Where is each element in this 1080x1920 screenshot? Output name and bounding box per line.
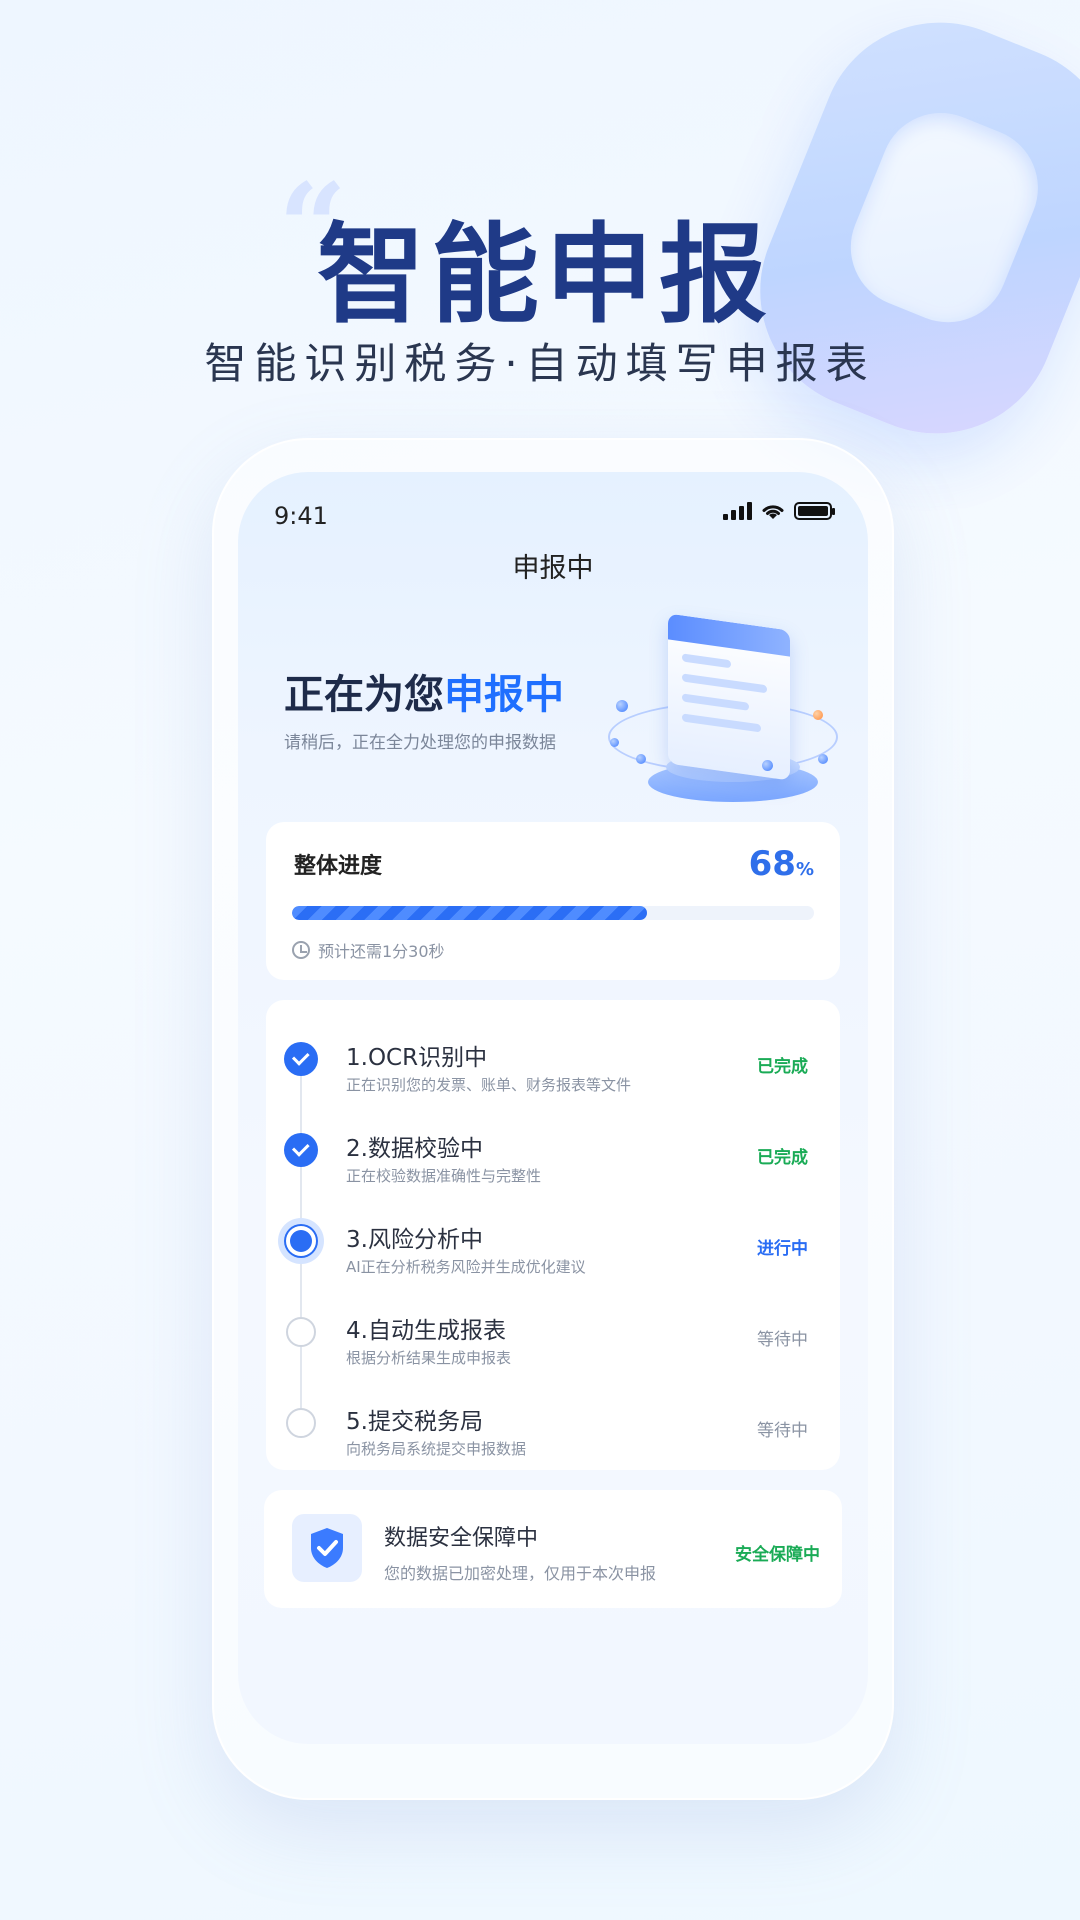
banner-headline: 正在为您申报中 xyxy=(284,662,564,720)
step-item: 1.OCR识别中正在识别您的发票、账单、财务报表等文件 已完成 xyxy=(266,1028,840,1118)
step-desc: 向税务局系统提交申报数据 xyxy=(346,1440,527,1458)
progress-label: 整体进度 xyxy=(294,854,383,879)
phone-screen: 9:41 申报中 正在为您申报中 请稍后，正在全力处理您的申报数据 整体进度 6… xyxy=(238,472,868,1744)
step-title: 3.风险分析中 xyxy=(346,1227,483,1253)
status-time: 9:41 xyxy=(274,502,328,530)
empty-circle-icon xyxy=(286,1317,316,1347)
step-desc: 正在校验数据准确性与完整性 xyxy=(346,1167,542,1185)
step-item: 5.提交税务局向税务局系统提交申报数据 等待中 xyxy=(266,1392,840,1482)
step-title: 5.提交税务局 xyxy=(346,1409,483,1435)
check-circle-icon xyxy=(284,1042,318,1076)
eta-text: 预计还需1分30秒 xyxy=(318,942,445,961)
step-desc: 正在识别您的发票、账单、财务报表等文件 xyxy=(346,1076,632,1094)
step-desc: 根据分析结果生成申报表 xyxy=(346,1349,512,1367)
status-icons xyxy=(723,502,835,520)
progress-card: 整体进度 68% 预计还需1分30秒 xyxy=(266,822,840,980)
step-item: 4.自动生成报表根据分析结果生成申报表 等待中 xyxy=(266,1301,840,1391)
progress-eta: 预计还需1分30秒 xyxy=(292,938,445,962)
progress-bar-fill xyxy=(292,906,647,920)
check-circle-icon xyxy=(284,1133,318,1167)
step-item: 2.数据校验中正在校验数据准确性与完整性 已完成 xyxy=(266,1119,840,1209)
steps-card: 1.OCR识别中 正在识别您的发票、账单、财务报表等文件 已完成 2.数据校验中 正在校… xyxy=(266,1000,840,1470)
security-desc: 您的数据已加密处理，仅用于本次申报 xyxy=(384,1564,657,1583)
hero-title: 智能申报 xyxy=(316,213,773,338)
empty-circle-icon xyxy=(286,1408,316,1438)
hero-subtitle: 智能识别税务·自动填写申报表 xyxy=(204,339,876,388)
step-status: 进行中 xyxy=(757,1239,808,1259)
security-card: 数据安全保障中 您的数据已加密处理，仅用于本次申报 安全保障中 xyxy=(264,1490,842,1608)
wifi-icon xyxy=(762,505,784,519)
document-illustration xyxy=(608,612,838,822)
step-desc: AI正在分析税务风险并生成优化建议 xyxy=(346,1258,586,1276)
signal-icon xyxy=(723,502,752,520)
headline-prefix: 正在为您 xyxy=(284,672,444,718)
progress-bar xyxy=(292,906,814,920)
radio-active-icon xyxy=(278,1218,324,1264)
step-status: 等待中 xyxy=(757,1330,808,1350)
headline-accent: 申报中 xyxy=(444,672,564,718)
step-status: 已完成 xyxy=(757,1148,808,1168)
shield-check-icon xyxy=(292,1514,362,1582)
nav-title: 申报中 xyxy=(512,553,594,584)
step-item: 3.风险分析中 AI正在分析税务风险并生成优化建议 进行中 xyxy=(266,1210,840,1300)
clock-icon xyxy=(292,941,310,959)
step-title: 1.OCR识别中 xyxy=(346,1045,488,1071)
step-title: 4.自动生成报表 xyxy=(346,1318,506,1344)
step-title: 2.数据校验中 xyxy=(346,1136,483,1162)
battery-icon xyxy=(794,502,835,520)
step-status: 等待中 xyxy=(757,1421,808,1441)
banner-subline: 请稍后，正在全力处理您的申报数据 xyxy=(284,733,556,753)
security-title: 数据安全保障中 xyxy=(384,1526,539,1551)
security-status: 安全保障中 xyxy=(735,1545,820,1565)
step-status: 已完成 xyxy=(757,1057,808,1077)
progress-percent: 68% xyxy=(748,844,814,884)
